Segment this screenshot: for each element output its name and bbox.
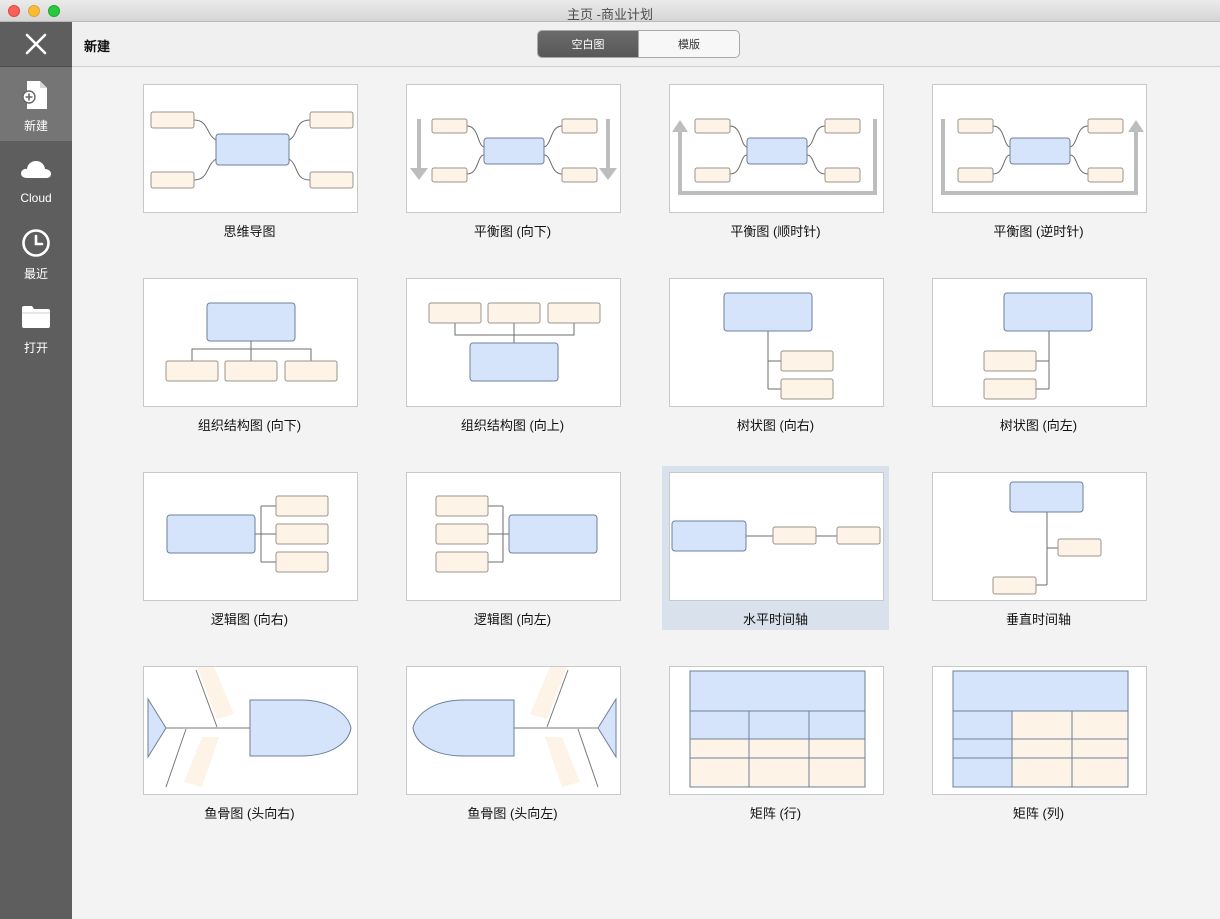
template-matrix-rows[interactable]: 矩阵 (行) bbox=[662, 660, 889, 824]
sidebar-item-label: 新建 bbox=[23, 119, 48, 133]
template-thumbnail bbox=[406, 278, 621, 407]
template-label: 逻辑图 (向右) bbox=[210, 612, 289, 627]
template-org-chart-up[interactable]: 组织结构图 (向上) bbox=[399, 272, 626, 436]
template-label: 逻辑图 (向左) bbox=[473, 612, 552, 627]
template-org-chart-down[interactable]: 组织结构图 (向下) bbox=[136, 272, 363, 436]
template-balance-clockwise[interactable]: 平衡图 (顺时针) bbox=[662, 78, 889, 242]
template-tree-right[interactable]: 树状图 (向右) bbox=[662, 272, 889, 436]
template-thumbnail bbox=[143, 84, 358, 213]
close-icon bbox=[25, 33, 47, 55]
sidebar-item-label: 打开 bbox=[23, 341, 48, 355]
segmented-control: 空白图 模版 bbox=[537, 30, 740, 58]
tab-blank-diagram[interactable]: 空白图 bbox=[538, 31, 638, 57]
template-grid: 思维导图 平衡图 (向下) 平衡图 (顺时针) 平衡图 (逆时针) 组织结构图 … bbox=[72, 67, 1220, 919]
template-vertical-timeline[interactable]: 垂直时间轴 bbox=[925, 466, 1152, 630]
template-label: 平衡图 (顺时针) bbox=[730, 224, 821, 239]
window-title: 主页 -商业计划 bbox=[567, 7, 653, 22]
close-button[interactable] bbox=[0, 22, 72, 66]
template-thumbnail bbox=[669, 472, 884, 601]
template-tree-left[interactable]: 树状图 (向左) bbox=[925, 272, 1152, 436]
template-label: 水平时间轴 bbox=[742, 612, 808, 627]
template-logic-right[interactable]: 逻辑图 (向右) bbox=[136, 466, 363, 630]
sidebar-item-cloud[interactable]: Cloud bbox=[0, 141, 72, 215]
template-label: 平衡图 (向下) bbox=[473, 224, 552, 239]
template-horizontal-timeline[interactable]: 水平时间轴 bbox=[662, 466, 889, 630]
template-thumbnail bbox=[669, 278, 884, 407]
new-document-icon bbox=[22, 81, 47, 109]
cloud-icon bbox=[21, 161, 52, 178]
template-label: 组织结构图 (向下) bbox=[197, 418, 302, 433]
clock-icon bbox=[22, 229, 50, 257]
template-label: 树状图 (向右) bbox=[736, 418, 815, 433]
template-thumbnail bbox=[932, 472, 1147, 601]
template-thumbnail bbox=[143, 666, 358, 795]
title-bar: 主页 -商业计划 bbox=[0, 0, 1220, 22]
template-balance-down[interactable]: 平衡图 (向下) bbox=[399, 78, 626, 242]
sidebar-item-label: 最近 bbox=[23, 267, 48, 281]
template-thumbnail bbox=[406, 472, 621, 601]
template-label: 鱼骨图 (头向左) bbox=[467, 806, 558, 821]
template-label: 矩阵 (行) bbox=[749, 806, 802, 821]
sidebar-item-open[interactable]: 打开 bbox=[0, 289, 72, 363]
template-label: 组织结构图 (向上) bbox=[460, 418, 565, 433]
template-label: 树状图 (向左) bbox=[999, 418, 1078, 433]
template-label: 垂直时间轴 bbox=[1005, 612, 1071, 627]
template-label: 思维导图 bbox=[223, 224, 276, 239]
template-thumbnail bbox=[143, 472, 358, 601]
template-fishbone-left[interactable]: 鱼骨图 (头向左) bbox=[399, 660, 626, 824]
sidebar: 新建 Cloud 最近 打开 bbox=[0, 22, 72, 919]
template-thumbnail bbox=[669, 666, 884, 795]
template-thumbnail bbox=[932, 84, 1147, 213]
template-balance-counterclockwise[interactable]: 平衡图 (逆时针) bbox=[925, 78, 1152, 242]
template-thumbnail bbox=[932, 278, 1147, 407]
template-label: 平衡图 (逆时针) bbox=[993, 224, 1084, 239]
page-title: 新建 bbox=[84, 39, 111, 54]
template-mind-map[interactable]: 思维导图 bbox=[136, 78, 363, 242]
sidebar-item-label: Cloud bbox=[20, 191, 52, 205]
template-thumbnail bbox=[932, 666, 1147, 795]
template-thumbnail bbox=[406, 84, 621, 213]
template-logic-left[interactable]: 逻辑图 (向左) bbox=[399, 466, 626, 630]
template-thumbnail bbox=[669, 84, 884, 213]
template-thumbnail bbox=[406, 666, 621, 795]
sidebar-item-new[interactable]: 新建 bbox=[0, 67, 72, 141]
template-thumbnail bbox=[143, 278, 358, 407]
template-matrix-columns[interactable]: 矩阵 (列) bbox=[925, 660, 1152, 824]
header-bar: 新建 空白图 模版 bbox=[72, 22, 1220, 67]
template-label: 矩阵 (列) bbox=[1012, 806, 1065, 821]
tab-templates[interactable]: 模版 bbox=[638, 31, 739, 57]
folder-icon bbox=[22, 306, 50, 328]
template-label: 鱼骨图 (头向右) bbox=[204, 806, 295, 821]
template-fishbone-right[interactable]: 鱼骨图 (头向右) bbox=[136, 660, 363, 824]
sidebar-item-recent[interactable]: 最近 bbox=[0, 215, 72, 289]
